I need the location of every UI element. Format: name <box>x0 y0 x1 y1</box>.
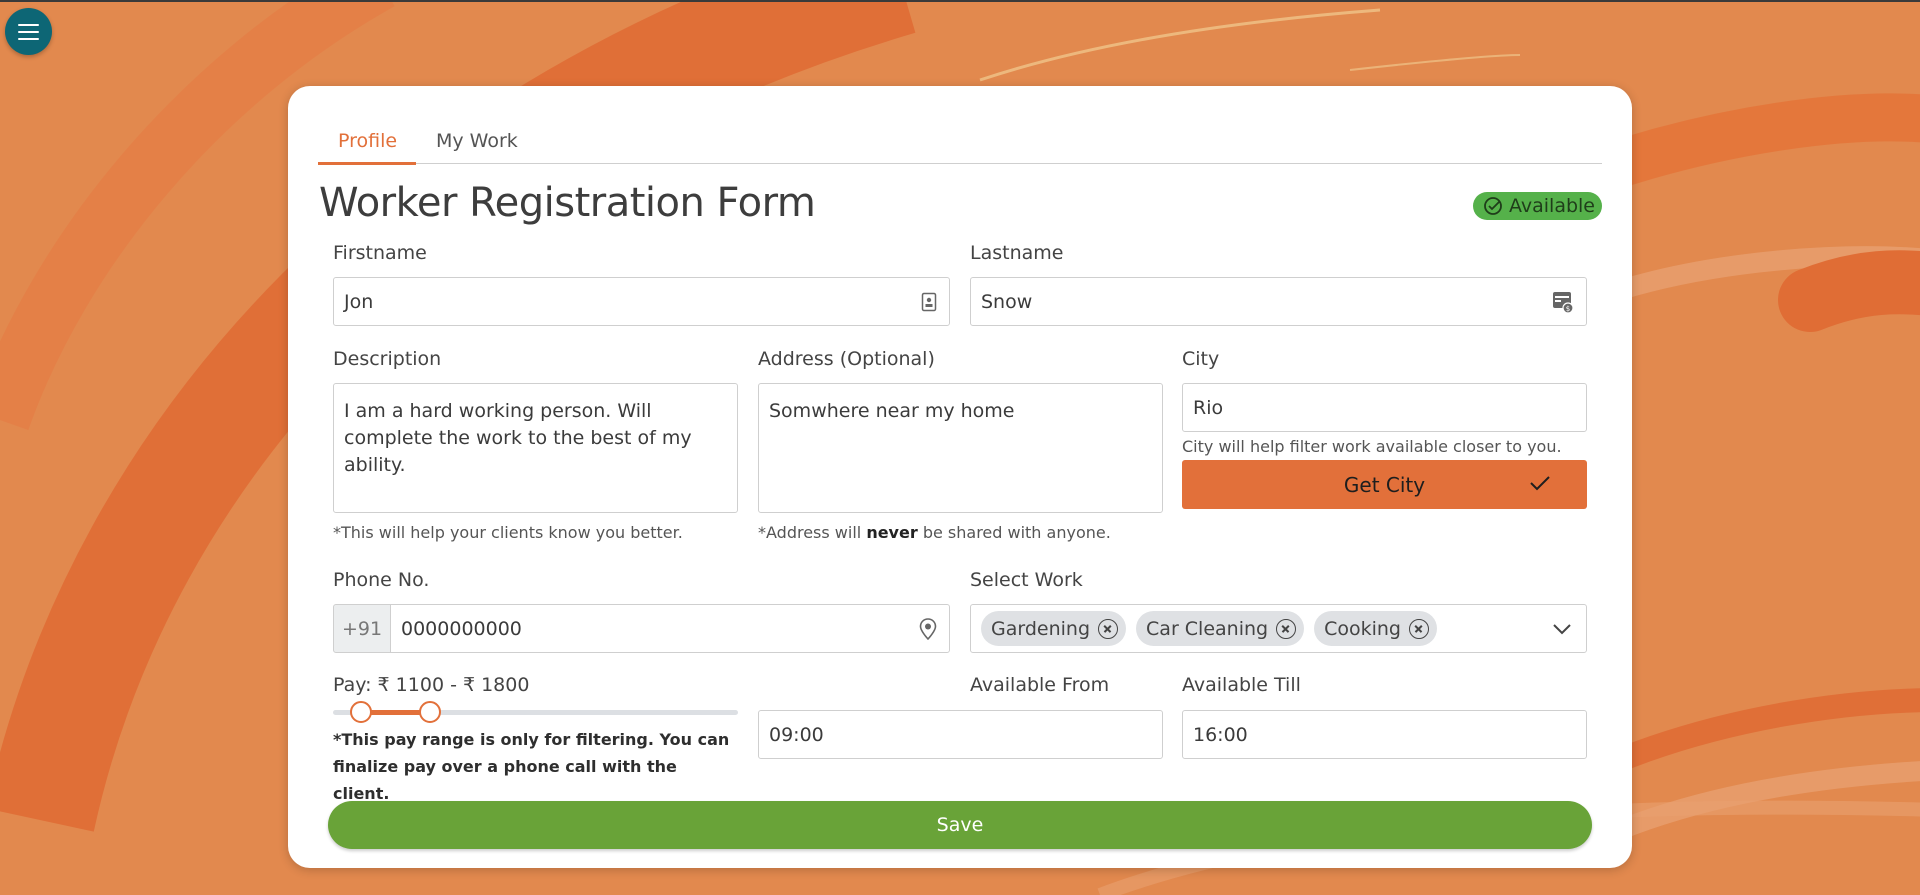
description-value: I am a hard working person. Will complet… <box>344 400 692 476</box>
lastname-label: Lastname <box>970 242 1064 264</box>
check-circle-icon <box>1484 197 1502 215</box>
description-textarea[interactable]: I am a hard working person. Will complet… <box>333 383 738 513</box>
pay-range-slider[interactable] <box>333 701 738 723</box>
top-border <box>0 0 1920 2</box>
lastname-value: Snow <box>981 290 1033 313</box>
get-city-label: Get City <box>1343 472 1426 497</box>
remove-chip-icon[interactable] <box>1276 618 1297 639</box>
tab-my-work[interactable]: My Work <box>416 126 540 164</box>
chevron-down-icon[interactable] <box>1552 622 1572 636</box>
address-label: Address (Optional) <box>758 348 935 370</box>
select-work-dropdown[interactable]: Gardening Car Cleaning Cooking <box>970 604 1587 653</box>
city-field[interactable]: Rio <box>1182 383 1587 432</box>
chip-label: Car Cleaning <box>1146 617 1269 640</box>
checkmark-icon <box>1530 476 1550 491</box>
phone-label: Phone No. <box>333 569 430 591</box>
firstname-label: Firstname <box>333 242 427 264</box>
city-value: Rio <box>1193 396 1224 419</box>
get-city-button[interactable]: Get City <box>1182 460 1587 509</box>
phone-input[interactable]: 0000000000 <box>390 604 950 653</box>
lastname-field[interactable]: Snow $ <box>970 277 1587 326</box>
work-chip-cooking: Cooking <box>1314 611 1437 646</box>
phone-value: 0000000000 <box>401 617 522 640</box>
available-from-input[interactable]: 09:00 <box>758 710 1163 759</box>
address-value: Somwhere near my home <box>769 400 1015 422</box>
tab-bar: Profile My Work <box>318 126 1602 165</box>
status-badge-label: Available <box>1509 195 1596 217</box>
remove-chip-icon[interactable] <box>1098 618 1119 639</box>
status-badge: Available <box>1473 192 1602 220</box>
hamburger-menu-icon <box>18 23 39 40</box>
id-badge-icon: $ <box>1553 291 1574 314</box>
contact-card-icon <box>921 292 937 311</box>
pay-min-handle[interactable] <box>350 701 373 723</box>
location-pin-icon <box>919 617 937 640</box>
work-chip-car-cleaning: Car Cleaning <box>1136 611 1305 646</box>
available-till-value: 16:00 <box>1193 723 1248 746</box>
address-textarea[interactable]: Somwhere near my home <box>758 383 1163 513</box>
city-label: City <box>1182 348 1220 370</box>
work-chip-gardening: Gardening <box>981 611 1127 646</box>
description-label: Description <box>333 348 442 370</box>
phone-country-code: +91 <box>333 604 391 653</box>
registration-card: Profile My Work Worker Registration Form… <box>288 86 1632 868</box>
available-till-label: Available Till <box>1182 674 1301 696</box>
pay-max-handle[interactable] <box>419 701 442 723</box>
remove-chip-icon[interactable] <box>1409 618 1429 639</box>
page-title: Worker Registration Form <box>319 180 816 226</box>
save-button[interactable]: Save <box>328 801 1592 849</box>
svg-text:$: $ <box>1566 305 1570 313</box>
city-hint: City will help filter work available clo… <box>1182 437 1562 456</box>
available-till-input[interactable]: 16:00 <box>1182 710 1587 759</box>
tab-profile[interactable]: Profile <box>318 126 416 165</box>
pay-range-label: Pay: ₹ 1100 - ₹ 1800 <box>333 674 530 696</box>
available-from-label: Available From <box>970 674 1110 696</box>
firstname-field[interactable]: Jon <box>333 277 950 326</box>
available-from-value: 09:00 <box>769 723 824 746</box>
chip-label: Gardening <box>991 617 1091 640</box>
address-hint: *Address will never be shared with anyon… <box>758 523 1111 542</box>
description-hint: *This will help your clients know you be… <box>333 523 683 542</box>
hamburger-menu-button[interactable] <box>5 8 52 55</box>
firstname-value: Jon <box>344 290 374 313</box>
select-work-label: Select Work <box>970 569 1083 591</box>
chip-label: Cooking <box>1324 617 1401 640</box>
pay-range-note: *This pay range is only for filtering. Y… <box>333 730 730 803</box>
